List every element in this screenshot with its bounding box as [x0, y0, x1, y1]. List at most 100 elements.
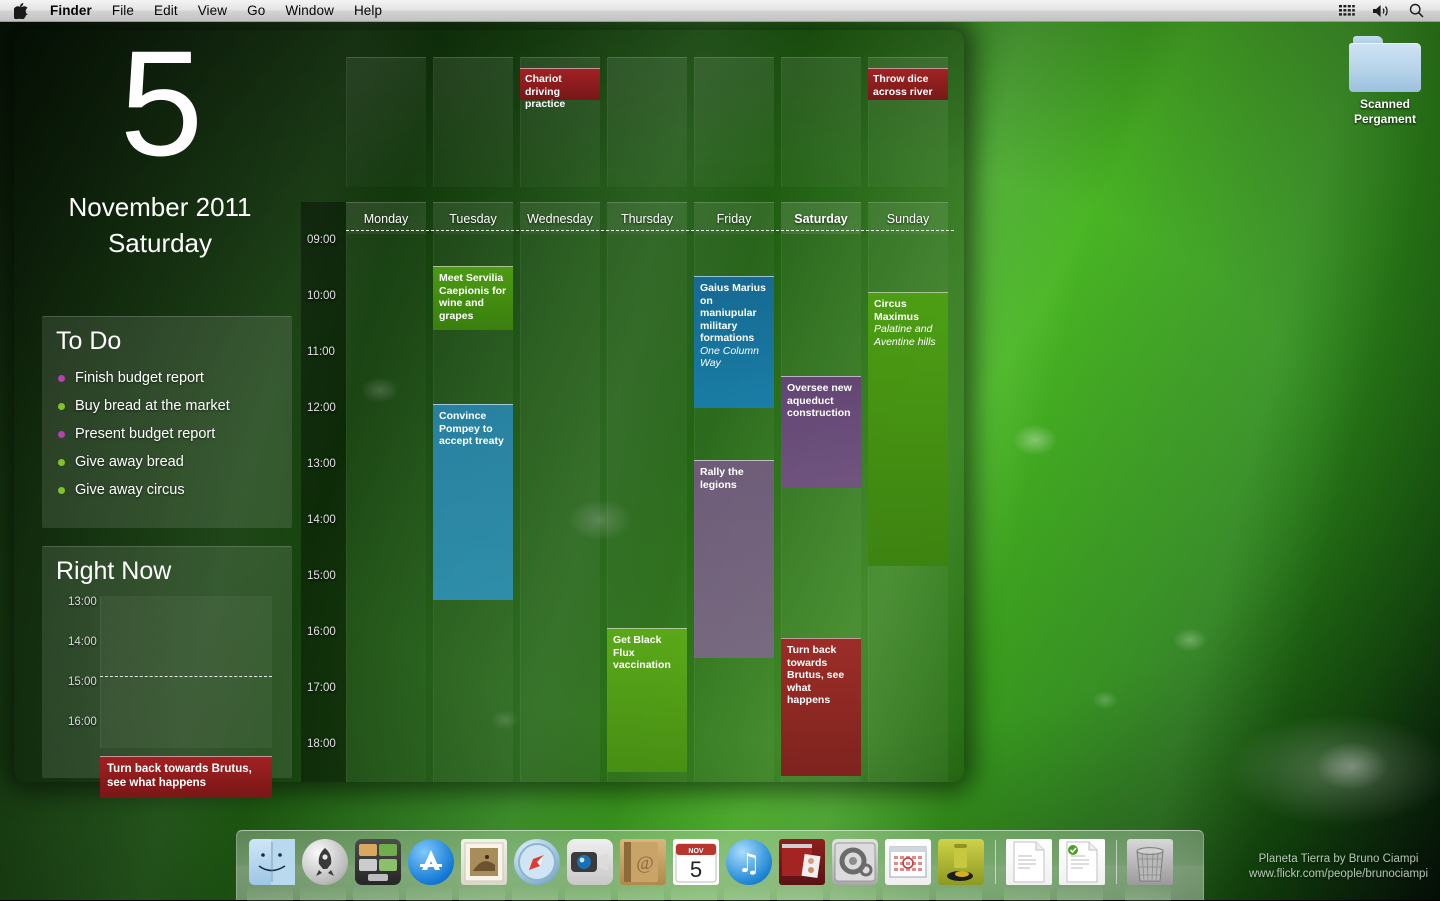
todo-bullet-icon [58, 486, 65, 494]
desktop-folder-scanned-pergament[interactable]: Scanned Pergament [1337, 36, 1433, 127]
dock-icon-reflection [883, 885, 929, 901]
dock-item-app-store[interactable] [406, 837, 456, 901]
time-label: 14:00 [307, 514, 336, 526]
dock-icon-reflection [565, 885, 611, 901]
todo-item-label: Finish budget report [75, 370, 204, 386]
all-day-event[interactable]: Throw dice across river [868, 68, 948, 100]
apple-menu-icon[interactable] [0, 0, 40, 21]
search-icon[interactable] [1409, 3, 1424, 18]
todo-item-label: Present budget report [75, 426, 216, 442]
dock-item-document-1[interactable] [1004, 837, 1054, 901]
calendar-event-title: Gaius Marius on maniupular military form… [700, 282, 766, 344]
time-label: 16:00 [307, 626, 336, 638]
iphoto-icon [779, 839, 825, 885]
calendar-event-title: Circus Maximus [874, 298, 919, 323]
calendar-widget-panel: 5 November 2011 Saturday To Do Finish bu… [14, 19, 964, 798]
todo-item[interactable]: Give away bread [58, 448, 292, 476]
calendar-event[interactable]: Circus Maximus Palatine and Aventine hill… [868, 292, 948, 566]
menu-item-view[interactable]: View [188, 0, 237, 21]
mail-icon [461, 839, 507, 885]
calendar-event[interactable]: Oversee new aqueduct construction [781, 376, 861, 488]
dock-icon-reflection [724, 885, 770, 901]
all-day-column[interactable] [433, 57, 513, 187]
menu-item-file[interactable]: File [102, 0, 144, 21]
menu-item-edit[interactable]: Edit [144, 0, 188, 21]
right-now-time-1500: 15:00 [68, 676, 97, 688]
todo-item-label: Give away circus [75, 482, 185, 498]
volume-icon[interactable] [1373, 4, 1391, 18]
calendar-event[interactable]: Rally the legions [694, 460, 774, 658]
dock-icon-reflection [459, 885, 505, 901]
todo-item[interactable]: Finish budget report [58, 364, 292, 392]
dock-item-contacts[interactable]: @ [618, 837, 668, 901]
menu-item-finder[interactable]: Finder [40, 0, 102, 21]
document-2-icon [1059, 839, 1105, 885]
trash-icon [1127, 839, 1173, 885]
dock-item-sketchbook[interactable] [936, 837, 986, 901]
dock-item-iphoto[interactable] [777, 837, 827, 901]
calendar-event[interactable]: Turn back towards Brutus, see what happe… [781, 638, 861, 776]
calendar-event[interactable]: Convince Pompey to accept treaty [433, 404, 513, 600]
dock-icon-reflection [1125, 885, 1171, 901]
all-day-event[interactable]: Chariot driving practice [520, 68, 600, 110]
all-day-column[interactable] [607, 57, 687, 187]
date-day-number: 5 [119, 19, 203, 187]
folder-icon [1349, 36, 1421, 92]
right-now-time-1400: 14:00 [68, 636, 97, 648]
widget-left-column: 5 November 2011 Saturday To Do Finish bu… [20, 19, 300, 798]
time-gutter [301, 202, 346, 782]
sketchbook-icon [938, 839, 984, 885]
all-day-row: Chariot driving practice Throw dice acros… [346, 57, 954, 187]
right-now-timeline: 13:00 14:00 15:00 16:00 Turn back toward… [42, 596, 292, 798]
menu-bar-status-items [1339, 0, 1440, 21]
dock-item-trash[interactable] [1125, 837, 1175, 901]
menu-item-window[interactable]: Window [275, 0, 344, 21]
day-column-wednesday[interactable] [520, 234, 600, 782]
dock-icon-reflection [1057, 885, 1103, 901]
contacts-icon: @ [620, 839, 666, 885]
calendar-event[interactable]: Gaius Marius on maniupular military form… [694, 276, 774, 408]
dock-item-calendar[interactable] [883, 837, 933, 901]
dock-item-mission-control[interactable] [353, 837, 403, 901]
dock-item-system-preferences[interactable] [830, 837, 880, 901]
todo-item[interactable]: Give away circus [58, 476, 292, 504]
calendar-event-location: One Column Way [700, 344, 759, 370]
mission-control-icon [355, 839, 401, 885]
calendar-icon [885, 839, 931, 885]
menu-item-go[interactable]: Go [237, 0, 275, 21]
dock-item-ical[interactable]: NOV 5 [671, 837, 721, 901]
svg-text:NOV: NOV [688, 848, 704, 855]
dock-item-finder[interactable] [247, 837, 297, 901]
calendar-event-title: Get Black Flux vaccination [613, 634, 671, 671]
dock-icon-reflection [936, 885, 982, 901]
dock-item-document-2[interactable] [1057, 837, 1107, 901]
date-month-year: November 2011 [68, 192, 252, 222]
calendar-event[interactable]: Meet Servilia Caepionis for wine and gra… [433, 266, 513, 330]
right-now-title: Right Now [56, 557, 172, 585]
time-label: 18:00 [307, 738, 336, 750]
right-now-event[interactable]: Turn back towards Brutus, see what happe… [100, 756, 272, 798]
calendar-event[interactable]: Get Black Flux vaccination [607, 628, 687, 772]
dock-item-facetime[interactable] [565, 837, 615, 901]
dock-item-itunes[interactable]: ♫ [724, 837, 774, 901]
todo-item[interactable]: Present budget report [58, 420, 292, 448]
dock-item-launchpad[interactable] [300, 837, 350, 901]
todo-item-label: Buy bread at the market [75, 398, 230, 414]
calendar-event-title: Oversee new aqueduct construction [787, 382, 852, 419]
all-day-column[interactable] [346, 57, 426, 187]
current-time-line [346, 230, 954, 231]
dock-item-safari[interactable] [512, 837, 562, 901]
facetime-icon [567, 839, 613, 885]
document-1-icon [1006, 839, 1052, 885]
day-column-monday[interactable] [346, 234, 426, 782]
dock: @ NOV 5 ♫ [236, 830, 1204, 901]
all-day-column[interactable] [694, 57, 774, 187]
menu-item-help[interactable]: Help [344, 0, 392, 21]
ical-icon: NOV 5 [673, 839, 719, 885]
all-day-column[interactable] [781, 57, 861, 187]
calendar-event-title: Convince Pompey to accept treaty [439, 410, 504, 447]
todo-title: To Do [56, 327, 122, 355]
todo-item[interactable]: Buy bread at the market [58, 392, 292, 420]
dock-item-mail[interactable] [459, 837, 509, 901]
grid-icon[interactable] [1339, 4, 1355, 17]
